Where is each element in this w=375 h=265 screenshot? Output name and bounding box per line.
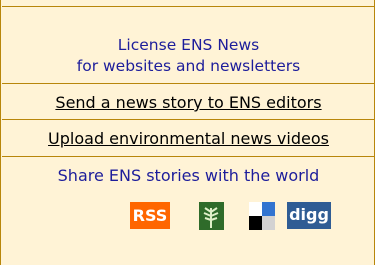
share-stories-section: Share ENS stories with the world RSS dig… [2,157,375,265]
license-ens-news-link[interactable]: License ENS News for websites and newsle… [2,35,375,84]
share-stories-title: Share ENS stories with the world [57,166,320,185]
top-strip [2,0,375,7]
rss-icon[interactable]: RSS [130,202,170,229]
delicious-icon[interactable] [249,202,275,230]
ens-sidebar-panel: License ENS News for websites and newsle… [0,0,375,265]
social-icons-row: RSS digg [2,202,375,242]
license-line-1: License ENS News [117,36,260,54]
upload-videos-row: Upload environmental news videos [2,121,375,157]
send-news-story-link[interactable]: Send a news story to ENS editors [55,93,321,112]
plant-icon[interactable] [199,202,224,230]
license-line-2: for websites and newsletters [76,57,301,75]
digg-icon[interactable]: digg [287,202,331,229]
upload-news-videos-link[interactable]: Upload environmental news videos [48,129,329,148]
send-story-row: Send a news story to ENS editors [2,85,375,120]
